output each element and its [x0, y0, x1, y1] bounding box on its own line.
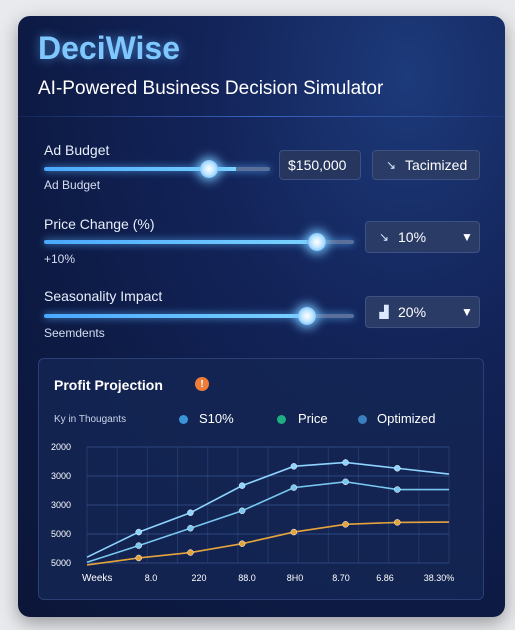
data-point: [342, 521, 349, 528]
data-point: [238, 482, 246, 489]
ad-budget-input[interactable]: $150,000: [279, 150, 361, 180]
data-point: [342, 478, 349, 486]
wand-icon: ↘: [385, 158, 397, 172]
app-window: DeciWise AI-Powered Business Decision Si…: [18, 16, 505, 617]
profit-projection-chart: 5000 5000 3000 3000 2000 Weeks 8.0 220 88.0 8H0 8.…: [51, 442, 455, 584]
x-tick-label: 6.86: [376, 573, 394, 583]
seasonality-select-value: 20%: [398, 304, 427, 320]
x-axis-title: Weeks: [82, 573, 112, 584]
ad-budget-slider-thumb[interactable]: [200, 160, 218, 178]
x-tick-label: 8H0: [287, 573, 304, 583]
chevron-down-icon: ▼: [461, 305, 473, 319]
data-point: [290, 484, 298, 491]
data-point: [290, 528, 298, 536]
ad-budget-sublabel: Ad Budget: [44, 178, 101, 192]
optimize-button-label: Tacimized: [405, 157, 468, 173]
data-point: [135, 542, 142, 549]
data-point: [187, 524, 194, 532]
data-point: [135, 554, 142, 562]
profit-projection-panel: Profit Projection ! Ky in Thougants S10%…: [38, 358, 484, 600]
seasonality-select[interactable]: ▟ 20% ▼: [365, 296, 480, 328]
ad-budget-label: Ad Budget: [44, 142, 110, 158]
chevron-down-icon: ▼: [461, 230, 473, 244]
x-tick-label: 8.0: [145, 573, 158, 583]
data-point: [394, 465, 401, 472]
data-point: [135, 528, 142, 536]
app-subtitle: AI-Powered Business Decision Simulator: [38, 78, 384, 99]
y-tick-label: 5000: [51, 558, 71, 568]
x-tick-label: 8.70: [332, 573, 350, 583]
price-change-slider-thumb[interactable]: [308, 233, 326, 251]
x-tick-label: 88.0: [238, 573, 256, 583]
data-point: [238, 507, 246, 515]
data-point: [394, 486, 401, 493]
header-divider: [18, 116, 505, 117]
y-tick-label: 2000: [51, 442, 71, 452]
price-change-select[interactable]: ↘ 10% ▼: [365, 221, 480, 253]
data-point: [238, 540, 246, 547]
price-change-sublabel: +10%: [44, 252, 76, 266]
y-tick-label: 3000: [51, 500, 71, 510]
seasonality-slider-thumb[interactable]: [298, 307, 316, 325]
ad-budget-slider-track[interactable]: [44, 167, 270, 171]
x-tick-label: 38.30%: [424, 573, 455, 583]
price-change-select-value: 10%: [398, 229, 427, 245]
seasonality-label: Seasonality Impact: [44, 288, 163, 304]
app-logo: DeciWise: [38, 30, 180, 66]
y-tick-label: 3000: [51, 471, 71, 481]
data-point: [394, 519, 401, 526]
price-change-label: Price Change (%): [44, 216, 155, 232]
y-tick-label: 5000: [51, 529, 71, 539]
optimize-button[interactable]: ↘ Tacimized: [372, 150, 480, 180]
data-point: [187, 549, 194, 556]
chart-icon: ▟: [379, 305, 389, 319]
seasonality-sublabel: Seemdents: [44, 326, 105, 340]
data-point: [290, 463, 298, 470]
cursor-icon: ↘: [378, 230, 390, 244]
data-point: [187, 509, 194, 516]
data-point: [342, 459, 349, 466]
x-tick-label: 220: [191, 573, 206, 583]
